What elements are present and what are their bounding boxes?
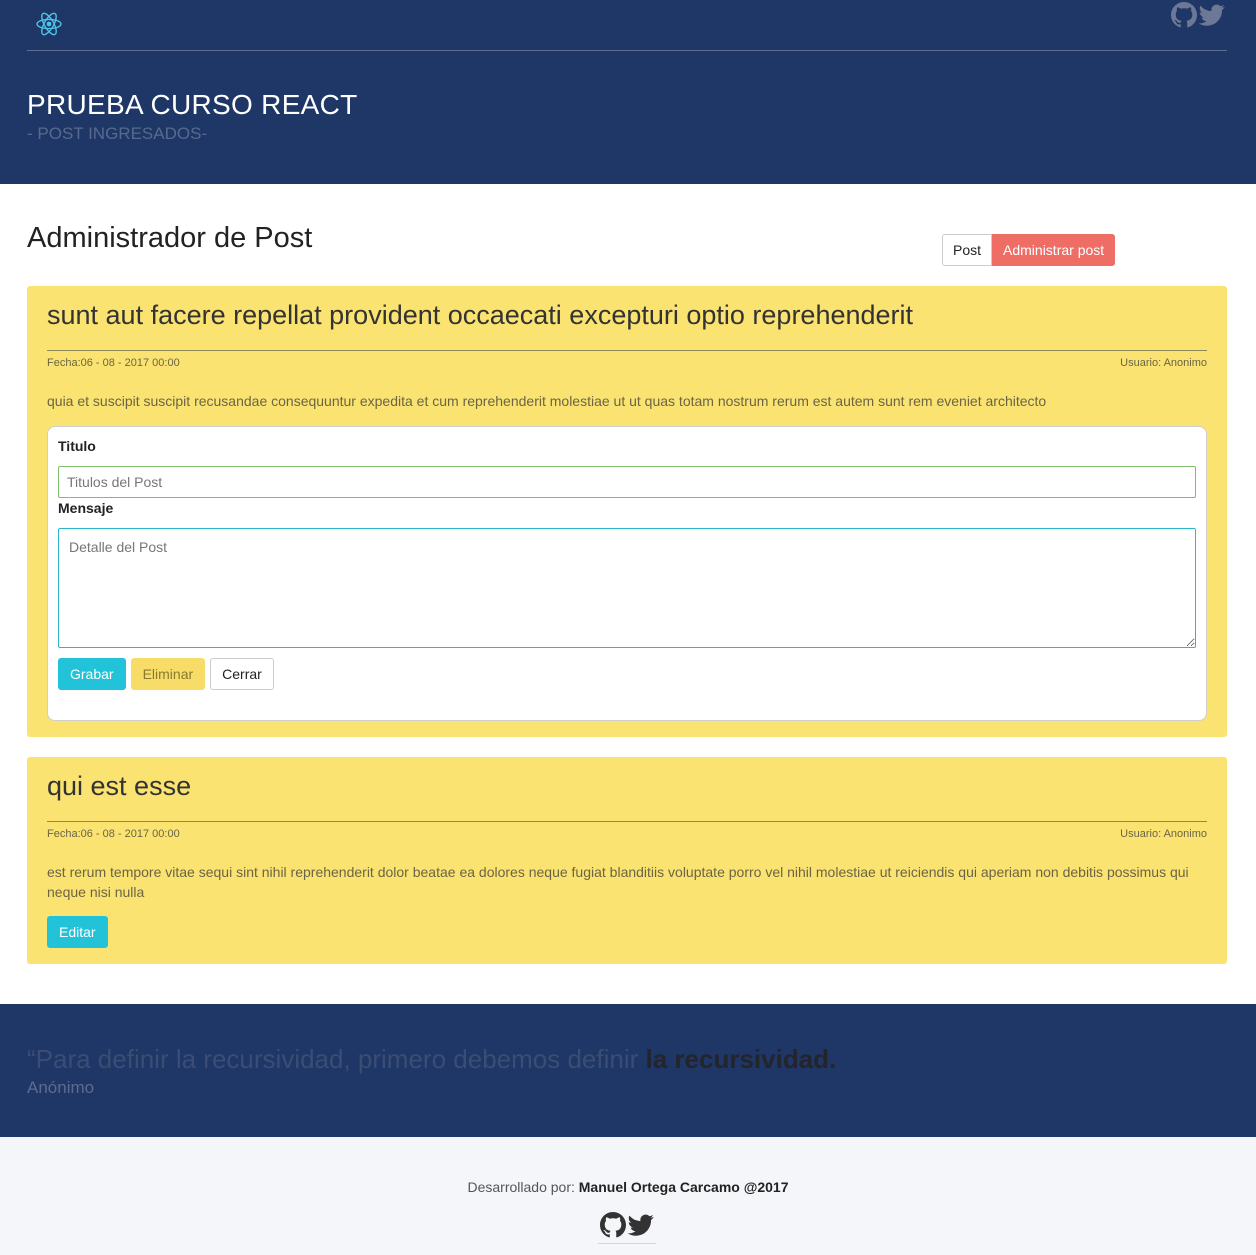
post-date: Fecha:06 - 08 - 2017 00:00 bbox=[47, 828, 180, 840]
form-actions: Grabar Eliminar Cerrar bbox=[58, 658, 274, 690]
quote-emphasis: la recursividad. bbox=[645, 1044, 837, 1074]
twitter-icon[interactable] bbox=[627, 1212, 654, 1238]
close-button[interactable]: Cerrar bbox=[210, 658, 274, 690]
github-icon[interactable] bbox=[600, 1212, 626, 1238]
manage-post-button[interactable]: Administrar post bbox=[992, 234, 1116, 266]
message-textarea[interactable] bbox=[58, 528, 1196, 648]
page-title: Administrador de Post bbox=[27, 222, 313, 254]
divider bbox=[47, 350, 1207, 351]
edit-button[interactable]: Editar bbox=[47, 916, 108, 948]
quote-body: “Para definir la recursividad, primero d… bbox=[27, 1044, 646, 1074]
footer-credit: Desarrollado por: Manuel Ortega Carcamo … bbox=[0, 1179, 1256, 1195]
footer-author: Manuel Ortega Carcamo @2017 bbox=[578, 1179, 789, 1195]
quote-author: Anónimo bbox=[27, 1078, 95, 1097]
post-body: est rerum tempore vitae sequi sint nihil… bbox=[47, 864, 1189, 900]
view-toggle: Post Administrar post bbox=[942, 234, 1116, 266]
post-title: sunt aut facere repellat provident occae… bbox=[47, 300, 914, 330]
github-icon[interactable] bbox=[1171, 2, 1197, 28]
divider bbox=[47, 821, 1207, 822]
top-navbar bbox=[27, 0, 1227, 51]
site-subtitle: - POST INGRESADOS- bbox=[27, 124, 208, 143]
post-card: sunt aut facere repellat provident occae… bbox=[27, 286, 1227, 737]
twitter-icon[interactable] bbox=[1198, 2, 1225, 28]
post-user: Usuario: Anonimo bbox=[1120, 357, 1207, 369]
site-title: PRUEBA CURSO REACT bbox=[27, 89, 358, 120]
post-date: Fecha:06 - 08 - 2017 00:00 bbox=[47, 357, 180, 369]
react-atom-icon[interactable] bbox=[35, 10, 63, 38]
edit-post-form: Titulo Mensaje Grabar Eliminar Cerrar bbox=[47, 426, 1207, 721]
post-user: Usuario: Anonimo bbox=[1120, 828, 1207, 840]
footer: Desarrollado por: Manuel Ortega Carcamo … bbox=[0, 1137, 1256, 1255]
quote-text: “Para definir la recursividad, primero d… bbox=[27, 1044, 836, 1075]
post-title: qui est esse bbox=[47, 771, 192, 801]
message-label: Mensaje bbox=[58, 500, 114, 516]
header: PRUEBA CURSO REACT - POST INGRESADOS- bbox=[0, 0, 1256, 184]
title-label: Titulo bbox=[58, 438, 96, 454]
post-card: qui est esse Fecha:06 - 08 - 2017 00:00 … bbox=[27, 757, 1227, 964]
save-button[interactable]: Grabar bbox=[58, 658, 126, 690]
footer-prefix: Desarrollado por: bbox=[467, 1179, 579, 1195]
delete-button[interactable]: Eliminar bbox=[130, 658, 206, 690]
title-input[interactable] bbox=[58, 466, 1196, 498]
footer-social-links bbox=[598, 1212, 656, 1244]
post-body: quia et suscipit suscipit recusandae con… bbox=[47, 393, 1047, 409]
post-button[interactable]: Post bbox=[942, 234, 993, 266]
quote-section: “Para definir la recursividad, primero d… bbox=[0, 1004, 1256, 1137]
header-social-links bbox=[1171, 2, 1225, 28]
